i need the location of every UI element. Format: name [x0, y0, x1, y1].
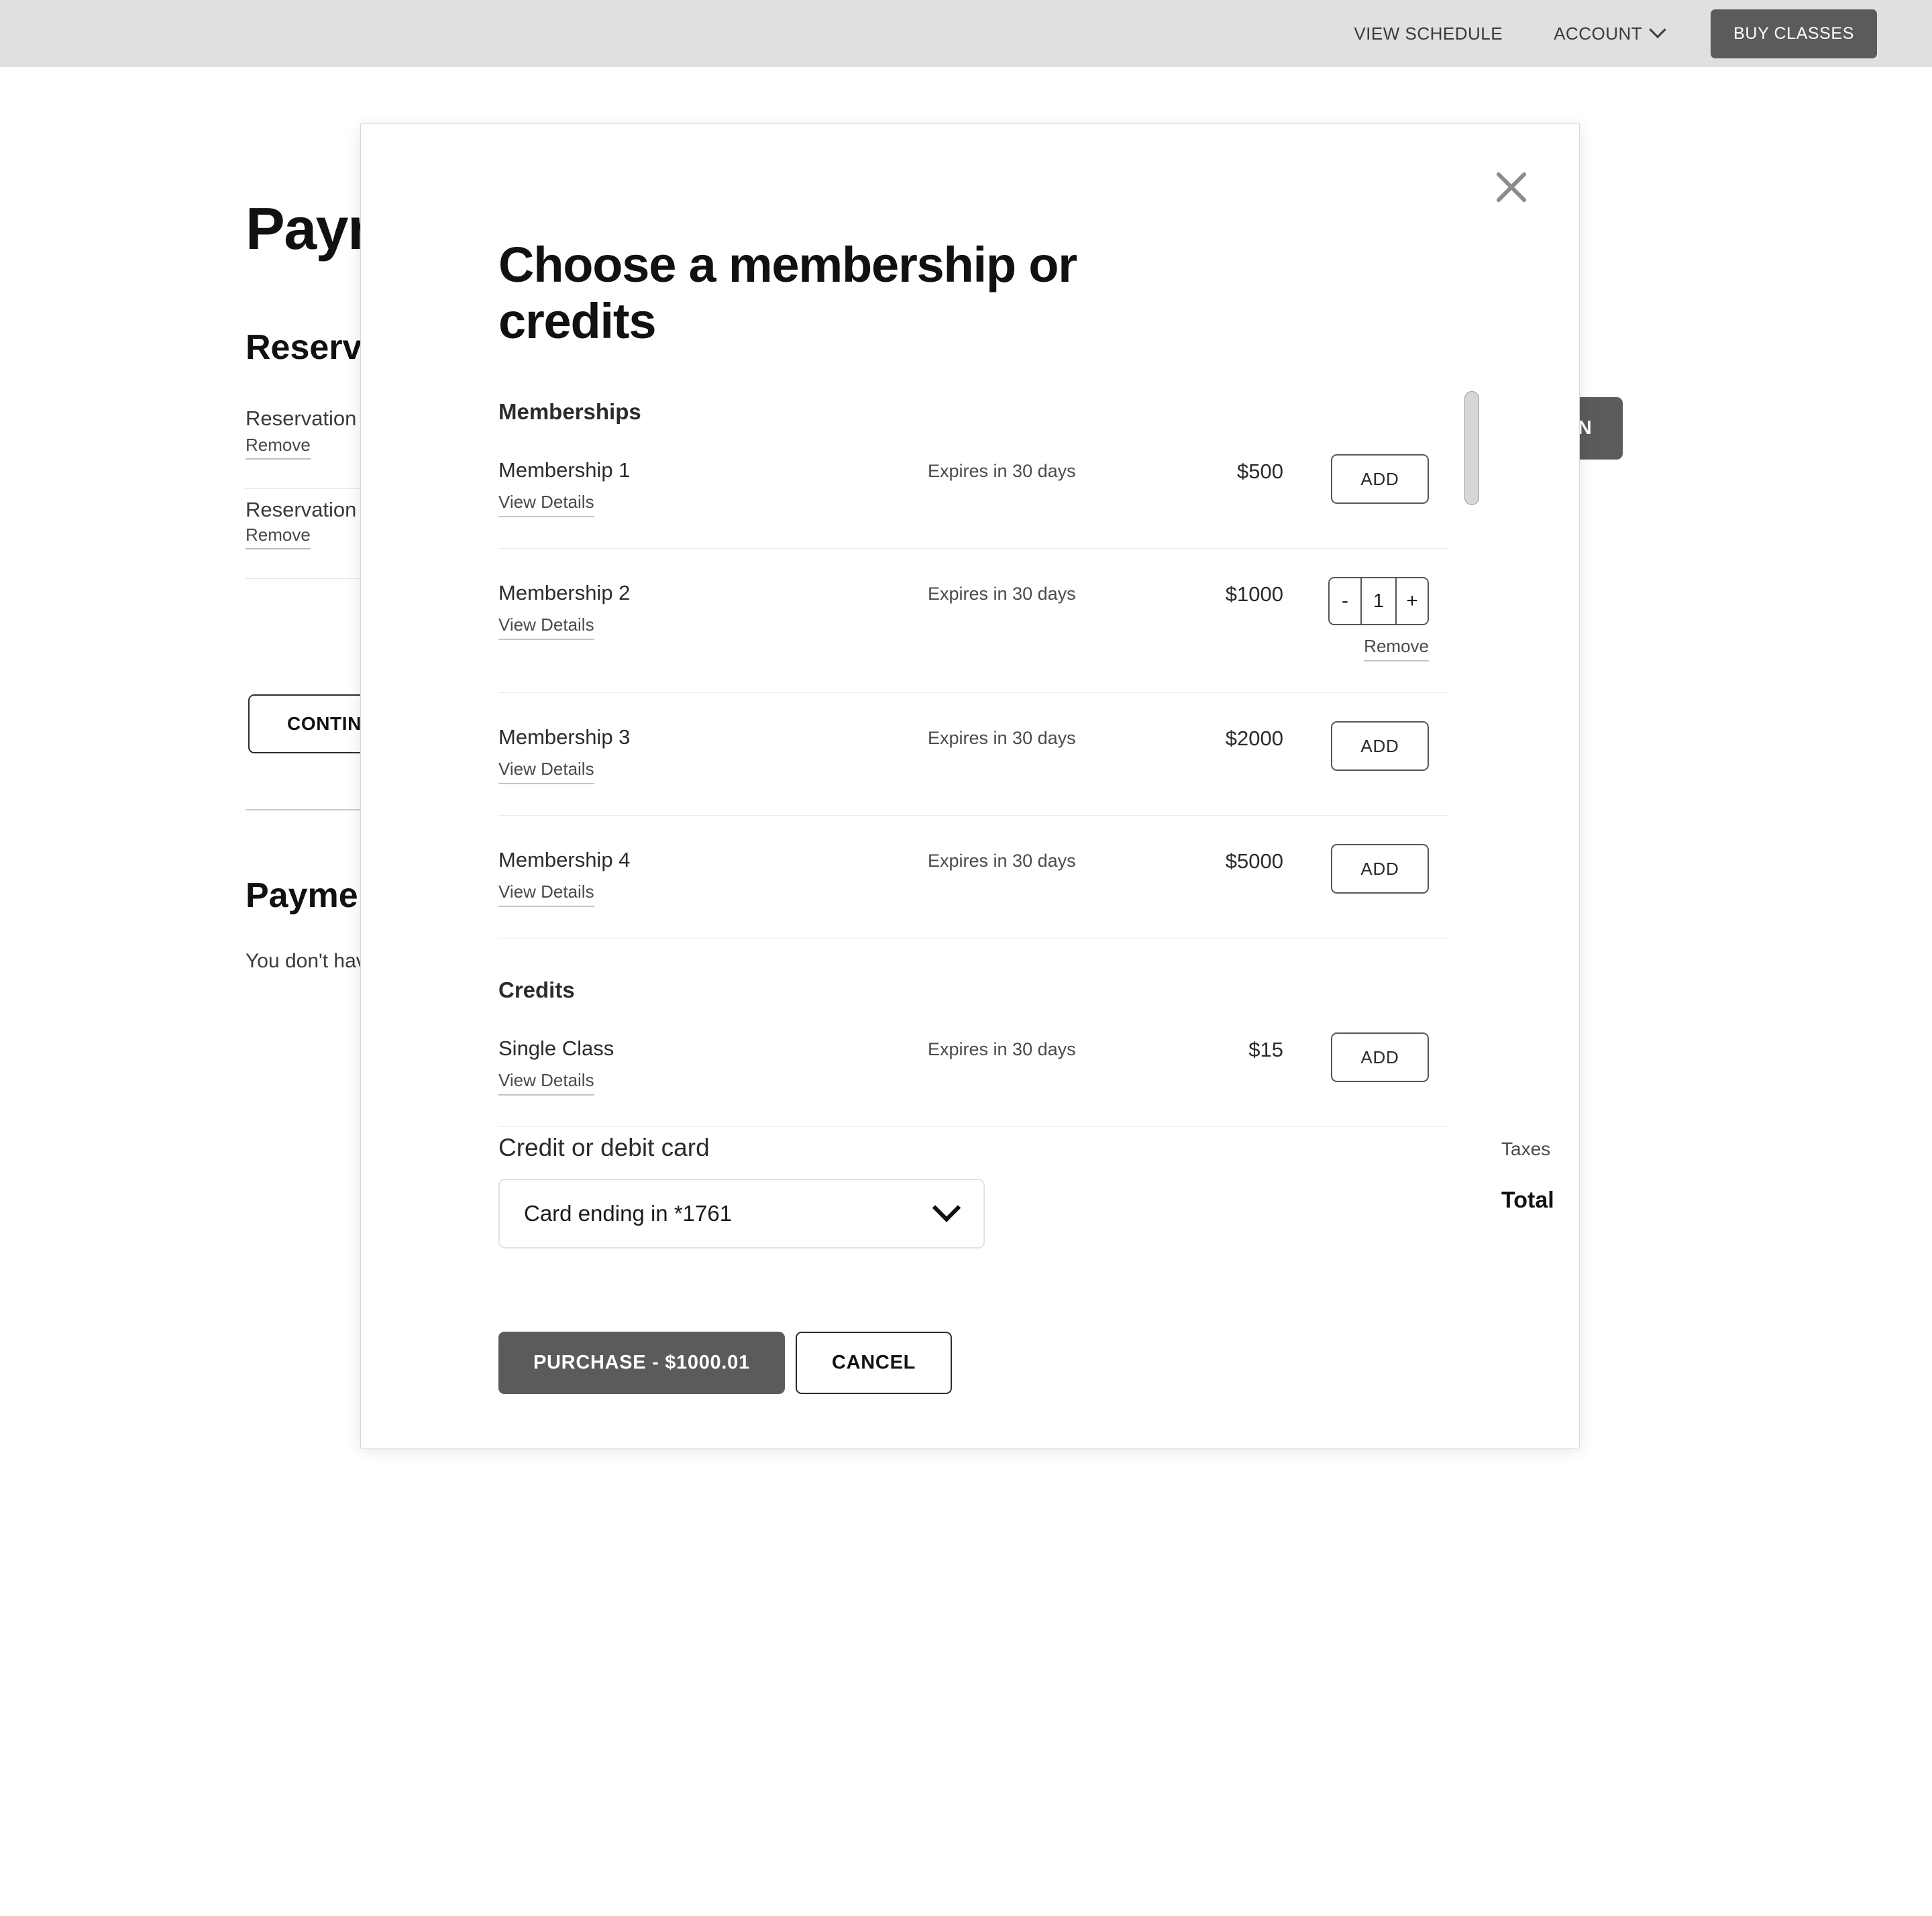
view-details-link[interactable]: View Details [498, 882, 594, 907]
view-details-link[interactable]: View Details [498, 615, 594, 640]
quantity-increment-button[interactable]: + [1395, 578, 1428, 624]
chevron-down-icon [932, 1193, 961, 1222]
card-select-value: Card ending in *1761 [524, 1201, 733, 1226]
item-action: ADD [1283, 454, 1448, 504]
purchase-button[interactable]: PURCHASE - $1000.01 [498, 1332, 785, 1394]
item-price: $5000 [1225, 849, 1283, 873]
item-name: Membership 4 [498, 848, 631, 871]
view-details-link[interactable]: View Details [498, 492, 594, 517]
modal-title: Choose a membership or credits [498, 237, 1077, 349]
reservation-1-remove[interactable]: Remove [246, 435, 311, 460]
item-action: - 1 + Remove [1283, 577, 1448, 661]
nav-view-schedule[interactable]: VIEW SCHEDULE [1354, 23, 1503, 44]
nav-account-label: ACCOUNT [1554, 23, 1643, 44]
item-expires: Expires in 30 days [928, 584, 1076, 604]
page-root: VIEW SCHEDULE ACCOUNT BUY CLASSES Paymen… [0, 0, 1932, 1916]
add-button[interactable]: ADD [1331, 1032, 1429, 1082]
add-button[interactable]: ADD [1331, 454, 1429, 504]
add-button[interactable]: ADD [1331, 721, 1429, 771]
taxes-label: Taxes [1501, 1138, 1551, 1159]
item-expires: Expires in 30 days [928, 851, 1076, 871]
order-totals: Taxes $0.01 Total $1000.01 [1501, 1138, 1579, 1214]
card-section-label: Credit or debit card [498, 1134, 710, 1161]
scrollbar-thumb[interactable] [1464, 391, 1479, 505]
total-label: Total [1501, 1187, 1554, 1213]
item-action: ADD [1283, 721, 1448, 771]
item-name-column: Membership 2 View Details [498, 577, 928, 640]
close-icon[interactable] [1483, 158, 1540, 215]
item-name-column: Membership 1 View Details [498, 454, 928, 517]
item-expires: Expires in 30 days [928, 1039, 1076, 1059]
add-button[interactable]: ADD [1331, 844, 1429, 894]
offerings-list: Memberships Membership 1 View Details Ex… [498, 399, 1448, 1155]
item-action: ADD [1283, 844, 1448, 894]
modal-scrollbar[interactable] [1464, 391, 1479, 1290]
chevron-down-icon [1649, 21, 1666, 39]
item-price: $1000 [1225, 582, 1283, 606]
reservation-1-name: Reservation 1 [246, 407, 374, 430]
item-name: Single Class [498, 1036, 614, 1060]
item-expires: Expires in 30 days [928, 461, 1076, 481]
membership-modal: Choose a membership or credits Membershi… [360, 123, 1580, 1448]
quantity-value[interactable]: 1 [1362, 578, 1395, 624]
item-price: $15 [1248, 1038, 1283, 1061]
view-details-link[interactable]: View Details [498, 1070, 594, 1096]
cancel-button[interactable]: CANCEL [796, 1332, 953, 1394]
nav-account[interactable]: ACCOUNT [1554, 21, 1666, 44]
item-action: ADD [1283, 1032, 1448, 1082]
buy-classes-button[interactable]: BUY CLASSES [1711, 9, 1877, 58]
total-row: Total $1000.01 [1501, 1183, 1579, 1214]
reservation-2-remove[interactable]: Remove [246, 525, 311, 549]
remove-link[interactable]: Remove [1364, 636, 1429, 661]
table-row: Membership 1 View Details Expires in 30 … [498, 454, 1448, 549]
item-name-column: Single Class View Details [498, 1032, 928, 1096]
site-header: VIEW SCHEDULE ACCOUNT BUY CLASSES [0, 0, 1932, 67]
item-name: Membership 3 [498, 725, 631, 749]
table-row: Membership 3 View Details Expires in 30 … [498, 721, 1448, 816]
table-row: Membership 4 View Details Expires in 30 … [498, 844, 1448, 939]
quantity-decrement-button[interactable]: - [1330, 578, 1362, 624]
taxes-row: Taxes $0.01 [1501, 1138, 1579, 1160]
item-price: $2000 [1225, 727, 1283, 750]
payment-note: You don't have [246, 950, 378, 972]
item-expires: Expires in 30 days [928, 728, 1076, 748]
item-name: Membership 2 [498, 581, 631, 604]
quantity-stepper: - 1 + [1328, 577, 1429, 625]
item-name: Membership 1 [498, 458, 631, 482]
credits-heading: Credits [498, 977, 575, 1002]
item-name-column: Membership 4 View Details [498, 844, 928, 907]
table-row: Membership 2 View Details Expires in 30 … [498, 577, 1448, 693]
item-name-column: Membership 3 View Details [498, 721, 928, 784]
card-select[interactable]: Card ending in *1761 [498, 1179, 985, 1248]
memberships-heading: Memberships [498, 399, 641, 424]
reservation-2-name: Reservation 2 [246, 498, 374, 521]
table-row: Single Class View Details Expires in 30 … [498, 1032, 1448, 1127]
view-details-link[interactable]: View Details [498, 759, 594, 784]
item-price: $500 [1237, 460, 1283, 483]
